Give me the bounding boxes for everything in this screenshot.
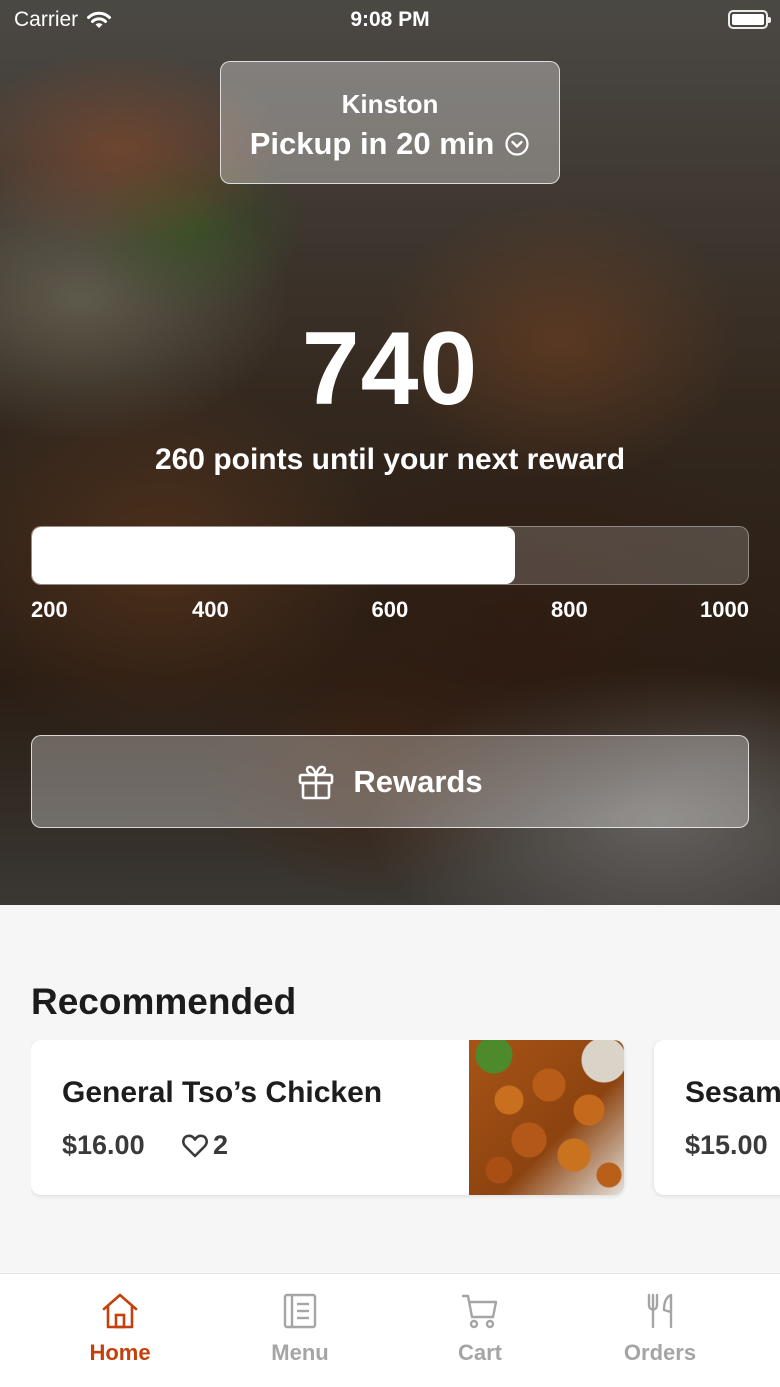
tab-menu-label: Menu bbox=[271, 1340, 329, 1365]
item-likes-count: 2 bbox=[213, 1130, 229, 1160]
orders-icon bbox=[647, 1293, 673, 1329]
recommended-item-card[interactable]: General Tso’s Chicken $16.00 2 bbox=[31, 1040, 624, 1195]
item-name: Sesam bbox=[685, 1076, 780, 1109]
status-bar: Carrier 9:08 PM bbox=[0, 0, 780, 40]
tab-bar: Home Menu Cart Orders bbox=[0, 1273, 780, 1387]
menu-icon bbox=[283, 1293, 317, 1329]
pickup-time-label: Pickup in 20 min bbox=[249, 126, 495, 161]
points-until-reward: 260 points until your next reward bbox=[154, 443, 626, 476]
recommended-title: Recommended bbox=[31, 981, 297, 1022]
recommended-carousel[interactable]: General Tso’s Chicken $16.00 2 Sesam $15… bbox=[31, 1040, 780, 1200]
rewards-button[interactable]: Rewards bbox=[31, 735, 749, 828]
tab-cart[interactable]: Cart bbox=[390, 1292, 570, 1366]
item-price: $16.00 bbox=[62, 1130, 145, 1160]
progress-ticks: 200 400 600 800 1000 bbox=[31, 597, 749, 623]
tab-home[interactable]: Home bbox=[30, 1292, 210, 1366]
tab-orders-label: Orders bbox=[623, 1340, 697, 1365]
tab-orders[interactable]: Orders bbox=[570, 1292, 750, 1366]
progress-tick-label: 400 bbox=[192, 597, 229, 622]
item-photo bbox=[469, 1040, 624, 1195]
pickup-time: Pickup in 20 min bbox=[221, 126, 559, 162]
rewards-label: Rewards bbox=[353, 763, 483, 799]
heart-icon bbox=[182, 1134, 208, 1157]
home-icon bbox=[102, 1293, 138, 1329]
chevron-down-circle-icon bbox=[505, 132, 529, 156]
cart-icon bbox=[461, 1294, 498, 1329]
item-name: General Tso’s Chicken bbox=[62, 1076, 383, 1109]
progress-tick-label: 1000 bbox=[700, 597, 749, 622]
gift-icon bbox=[299, 765, 334, 799]
points-progress-bar bbox=[31, 526, 749, 585]
recommended-item-card[interactable]: Sesam $15.00 bbox=[654, 1040, 780, 1195]
progress-tick-label: 200 bbox=[31, 597, 68, 622]
battery-icon bbox=[728, 10, 771, 29]
location-city: Kinston bbox=[341, 89, 439, 119]
tab-home-label: Home bbox=[89, 1340, 151, 1365]
points-total: 740 bbox=[301, 311, 479, 427]
location-selector[interactable]: Kinston Pickup in 20 min bbox=[220, 61, 560, 184]
progress-tick-label: 800 bbox=[551, 597, 588, 622]
points-progress-fill bbox=[32, 527, 516, 584]
progress-tick-label: 600 bbox=[371, 597, 409, 622]
tab-cart-label: Cart bbox=[457, 1340, 502, 1365]
item-price: $15.00 bbox=[685, 1130, 768, 1160]
status-time: 9:08 PM bbox=[350, 8, 430, 31]
tab-menu[interactable]: Menu bbox=[210, 1292, 390, 1366]
item-likes[interactable]: 2 bbox=[181, 1130, 228, 1161]
